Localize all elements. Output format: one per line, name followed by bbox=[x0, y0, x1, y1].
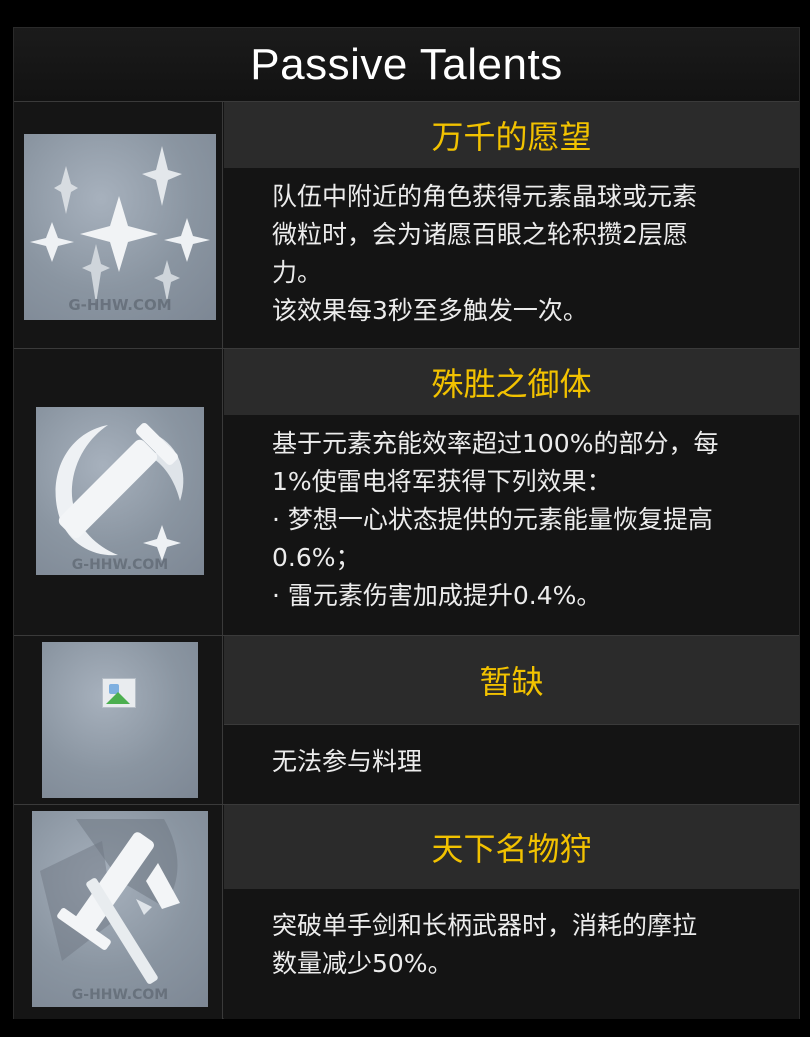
talent-description: 基于元素充能效率超过100%的部分，每 1%使雷电将军获得下列效果： · 梦想一… bbox=[224, 415, 799, 635]
talent-row: G-HHW.COM 天下名物狩 突破单手剑和长柄武器时，消耗的摩拉 数量减少50… bbox=[14, 804, 799, 1019]
talent-description-line: 力。 bbox=[272, 258, 323, 287]
watermark-text: G-HHW.COM bbox=[72, 557, 168, 573]
sword-crescent-icon: G-HHW.COM bbox=[36, 407, 204, 575]
sparkles-icon: G-HHW.COM bbox=[24, 134, 216, 320]
talent-description-line: 基于元素充能效率超过100%的部分，每 bbox=[272, 429, 719, 458]
talent-description: 突破单手剑和长柄武器时，消耗的摩拉 数量减少50%。 bbox=[224, 889, 799, 1019]
talent-description-line: 突破单手剑和长柄武器时，消耗的摩拉 bbox=[272, 911, 698, 940]
passive-talents-panel: Passive Talents G-HHW.COM 万千的愿望 队伍中附近的角色… bbox=[13, 27, 800, 1019]
talent-description-line: 0.6%； bbox=[272, 543, 361, 572]
page-title: Passive Talents bbox=[14, 28, 799, 101]
talent-icon-cell: G-HHW.COM bbox=[14, 102, 223, 348]
talent-row: G-HHW.COM 殊胜之御体 基于元素充能效率超过100%的部分，每 1%使雷… bbox=[14, 348, 799, 635]
talent-icon-cell: G-HHW.COM bbox=[14, 349, 223, 635]
talent-row: G-HHW.COM 万千的愿望 队伍中附近的角色获得元素晶球或元素 微粒时，会为… bbox=[14, 101, 799, 348]
talent-description-line: · 雷元素伤害加成提升0.4%。 bbox=[272, 581, 602, 610]
talent-icon-cell bbox=[14, 636, 223, 804]
talent-name: 殊胜之御体 bbox=[224, 349, 799, 416]
talent-name: 暂缺 bbox=[224, 636, 799, 725]
talent-description-line: 无法参与料理 bbox=[272, 747, 423, 776]
talent-description: 无法参与料理 bbox=[224, 725, 799, 804]
talent-name: 天下名物狩 bbox=[224, 805, 799, 890]
talent-row: 暂缺 无法参与料理 bbox=[14, 635, 799, 804]
talent-description-line: 队伍中附近的角色获得元素晶球或元素 bbox=[272, 182, 698, 211]
broken-image-icon bbox=[42, 642, 198, 798]
watermark-text: G-HHW.COM bbox=[68, 296, 171, 314]
talent-description-line: · 梦想一心状态提供的元素能量恢复提高 bbox=[272, 505, 713, 534]
crossed-weapons-icon: G-HHW.COM bbox=[32, 811, 208, 1007]
talent-description-line: 该效果每3秒至多触发一次。 bbox=[272, 296, 588, 325]
talent-description-line: 数量减少50%。 bbox=[272, 949, 453, 978]
talent-icon-cell: G-HHW.COM bbox=[14, 805, 223, 1019]
talent-name: 万千的愿望 bbox=[224, 102, 799, 169]
talent-description: 队伍中附近的角色获得元素晶球或元素 微粒时，会为诸愿百眼之轮积攒2层愿 力。 该… bbox=[224, 168, 799, 348]
talent-description-line: 1%使雷电将军获得下列效果： bbox=[272, 467, 612, 496]
broken-image-placeholder bbox=[102, 678, 136, 708]
watermark-text: G-HHW.COM bbox=[72, 987, 168, 1003]
talent-description-line: 微粒时，会为诸愿百眼之轮积攒2层愿 bbox=[272, 220, 688, 249]
